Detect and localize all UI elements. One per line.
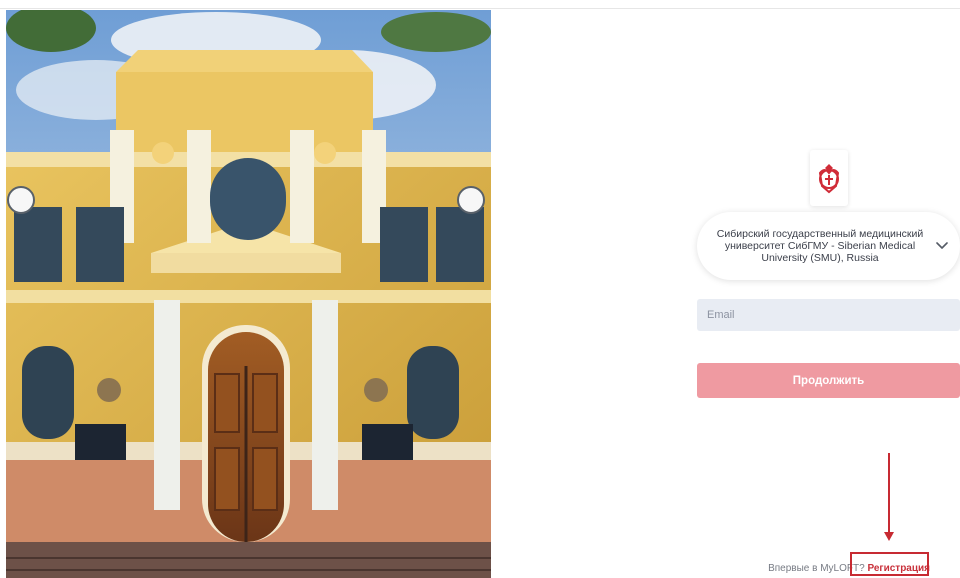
signup-line: Впервые в MyLOFT? Регистрация <box>768 563 930 575</box>
chevron-down-icon <box>933 237 951 255</box>
organization-selector[interactable]: Сибирский государственный медицинский ун… <box>697 212 960 280</box>
login-panel: Сибирский государственный медицинский ун… <box>690 0 960 578</box>
continue-button[interactable]: Продолжить <box>697 363 960 398</box>
annotation-arrow <box>888 453 890 533</box>
signup-prompt: Впервые в MyLOFT? <box>768 563 865 574</box>
annotation-arrowhead <box>884 532 894 541</box>
register-link[interactable]: Регистрация <box>867 563 930 574</box>
university-crest-icon <box>810 150 848 206</box>
organization-name: Сибирский государственный медицинский ун… <box>716 228 924 264</box>
university-building-photo <box>6 10 491 578</box>
login-screen: Сибирский государственный медицинский ун… <box>0 0 960 578</box>
email-input[interactable] <box>697 299 960 331</box>
